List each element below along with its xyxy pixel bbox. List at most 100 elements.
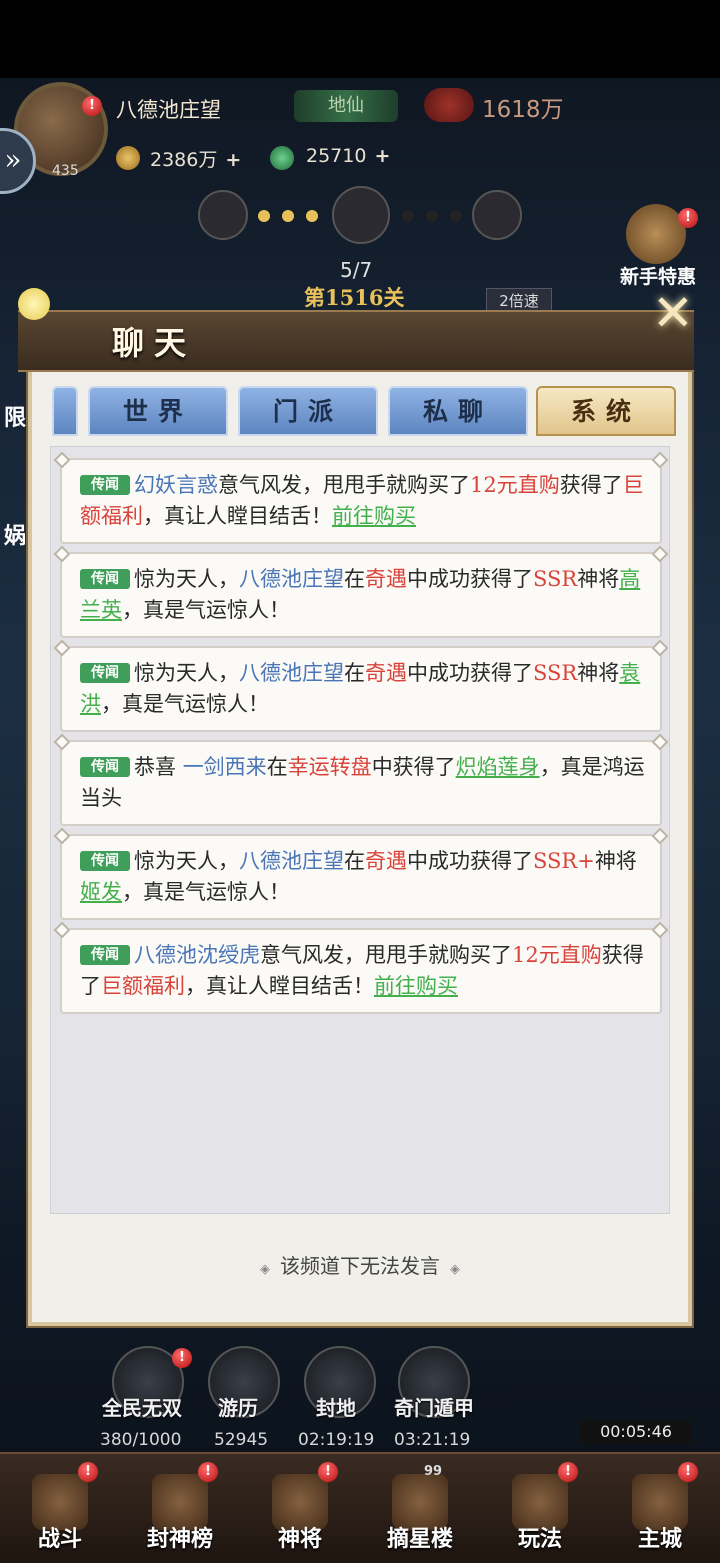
tab-sect[interactable]: 门派 xyxy=(238,386,378,436)
nav-item[interactable]: 99 摘星楼 xyxy=(360,1452,480,1563)
message-text: ，真让人瞠目结舌！ xyxy=(143,504,332,528)
power-icon xyxy=(424,88,474,122)
highlight-text: 12元直购 xyxy=(470,473,560,497)
message-text: 神将 xyxy=(577,661,620,685)
ornament-icon: ◈ xyxy=(260,1262,270,1277)
newbie-alert-badge: ! xyxy=(678,208,698,228)
message-link[interactable]: 前往购买 xyxy=(332,504,416,528)
function-value: 03:21:19 xyxy=(394,1430,471,1450)
nav-label: 摘星楼 xyxy=(386,1526,453,1552)
nav-label: 战斗 xyxy=(37,1526,82,1552)
nav-item[interactable]: ! 战斗 xyxy=(0,1452,120,1563)
function-value: 52945 xyxy=(214,1430,269,1450)
tab-system[interactable]: 系统 xyxy=(536,386,676,436)
message-text: 获得了 xyxy=(559,473,623,497)
message-text: 惊为天人， xyxy=(134,849,239,873)
system-message: 传闻 幻妖言惑意气风发，甩甩手就购买了12元直购获得了巨额福利，真让人瞠目结舌！前… xyxy=(60,458,662,544)
function-label[interactable]: 封地 xyxy=(316,1392,356,1421)
rumor-tag: 传闻 xyxy=(80,569,130,589)
jade-resource[interactable]: 25710 + xyxy=(306,145,390,167)
message-text: ，真是气运惊人！ xyxy=(122,598,290,622)
highlight-text: 奇遇 xyxy=(365,567,407,591)
function-label[interactable]: 奇门遁甲 xyxy=(394,1392,474,1421)
message-text: 意气风发，甩甩手就购买了 xyxy=(260,943,512,967)
message-text: 中成功获得了 xyxy=(407,567,533,591)
player-name-text[interactable]: 八德池庄望 xyxy=(239,567,344,591)
message-text: 在 xyxy=(344,661,365,685)
stage-name: 第1516关 xyxy=(304,285,405,310)
function-label[interactable]: 全民无双 xyxy=(102,1392,182,1421)
status-bar-area xyxy=(0,0,720,78)
highlight-text: 巨额福利 xyxy=(101,974,185,998)
function-value: 02:19:19 xyxy=(298,1430,375,1450)
side-limit-label[interactable]: 限 xyxy=(4,400,26,432)
player-name: 八德池庄望 xyxy=(116,98,221,122)
rumor-tag: 传闻 xyxy=(80,757,130,777)
stage-track xyxy=(196,186,526,248)
message-link[interactable]: 姬发 xyxy=(80,880,122,904)
tab-world[interactable]: 世界 xyxy=(88,386,228,436)
nav-label: 神将 xyxy=(277,1526,322,1552)
nav-label: 玩法 xyxy=(517,1526,562,1552)
highlight-text: 幸运转盘 xyxy=(287,755,372,779)
system-message: 传闻 惊为天人，八德池庄望在奇遇中成功获得了SSR神将高兰英，真是气运惊人！ xyxy=(60,552,662,638)
newbie-offer-icon[interactable] xyxy=(626,204,686,264)
avatar-alert-badge: ! xyxy=(82,96,102,116)
tab-edge xyxy=(52,386,78,436)
message-text: 中获得了 xyxy=(371,755,456,779)
player-level: 435 xyxy=(52,163,79,179)
message-text: ，真是气运惊人！ xyxy=(122,880,290,904)
player-name-text[interactable]: 幻妖言惑 xyxy=(134,473,218,497)
message-text: 意气风发，甩甩手就购买了 xyxy=(218,473,470,497)
jade-icon xyxy=(270,146,294,170)
coin-add-icon[interactable]: + xyxy=(225,149,241,171)
message-link[interactable]: 炽焰莲身 xyxy=(456,755,540,779)
coin-resource[interactable]: 2386万 + xyxy=(150,145,241,172)
player-name-text[interactable]: 八德池庄望 xyxy=(239,661,344,685)
player-name-text[interactable]: 八德池庄望 xyxy=(239,849,344,873)
jade-amount: 25710 xyxy=(306,145,367,167)
highlight-text: SSR+ xyxy=(533,849,595,873)
rumor-tag: 传闻 xyxy=(80,475,130,495)
stage-current-icon xyxy=(332,186,390,244)
nav-item[interactable]: ! 主城 xyxy=(600,1452,720,1563)
coin-icon xyxy=(116,146,140,170)
chat-disabled-text: 该频道下无法发言 xyxy=(280,1254,440,1278)
rumor-tag: 传闻 xyxy=(80,663,130,683)
jade-add-icon[interactable]: + xyxy=(374,145,390,167)
highlight-text: SSR xyxy=(533,567,578,591)
stage-dot xyxy=(306,210,318,222)
player-name-text[interactable]: 一剑西来 xyxy=(183,755,267,779)
stage-dot xyxy=(258,210,270,222)
tab-private[interactable]: 私聊 xyxy=(388,386,528,436)
message-text: 中成功获得了 xyxy=(407,661,533,685)
nav-label: 主城 xyxy=(637,1526,682,1552)
chat-disabled-note: ◈ 该频道下无法发言 ◈ xyxy=(0,1250,720,1279)
message-text: 惊为天人， xyxy=(134,567,239,591)
system-message: 传闻 恭喜 一剑西来在幸运转盘中获得了炽焰莲身，真是鸿运当头 xyxy=(60,740,662,826)
stage-dot xyxy=(402,210,414,222)
system-message: 传闻 惊为天人，八德池庄望在奇遇中成功获得了SSR+神将姬发，真是气运惊人！ xyxy=(60,834,662,920)
nav-badge: ! xyxy=(318,1462,338,1482)
message-text: 中成功获得了 xyxy=(407,849,533,873)
nav-label: 封神榜 xyxy=(146,1526,213,1552)
side-other-label[interactable]: 娲 xyxy=(4,518,26,550)
nav-item[interactable]: ! 神将 xyxy=(240,1452,360,1563)
chest-timer: 00:05:46 xyxy=(580,1420,692,1444)
function-label[interactable]: 游历 xyxy=(218,1392,258,1421)
system-message: 传闻 八德池沈绶虎意气风发，甩甩手就购买了12元直购获得了巨额福利，真让人瞠目结舌… xyxy=(60,928,662,1014)
nav-badge: ! xyxy=(78,1462,98,1482)
close-icon[interactable]: ✕ xyxy=(646,286,700,340)
nav-badge: ! xyxy=(198,1462,218,1482)
combat-power: 1618万 xyxy=(482,97,564,123)
ornament-icon: ◈ xyxy=(450,1262,460,1277)
message-link[interactable]: 前往购买 xyxy=(374,974,458,998)
player-name-text[interactable]: 八德池沈绶虎 xyxy=(134,943,260,967)
stage-dot xyxy=(282,210,294,222)
nav-item[interactable]: ! 封神榜 xyxy=(120,1452,240,1563)
chat-title: 聊天 xyxy=(112,324,197,362)
nav-item[interactable]: ! 玩法 xyxy=(480,1452,600,1563)
function-value: 380/1000 xyxy=(100,1430,182,1450)
coin-amount: 2386万 xyxy=(150,149,218,171)
stage-boss-icon xyxy=(198,190,248,240)
